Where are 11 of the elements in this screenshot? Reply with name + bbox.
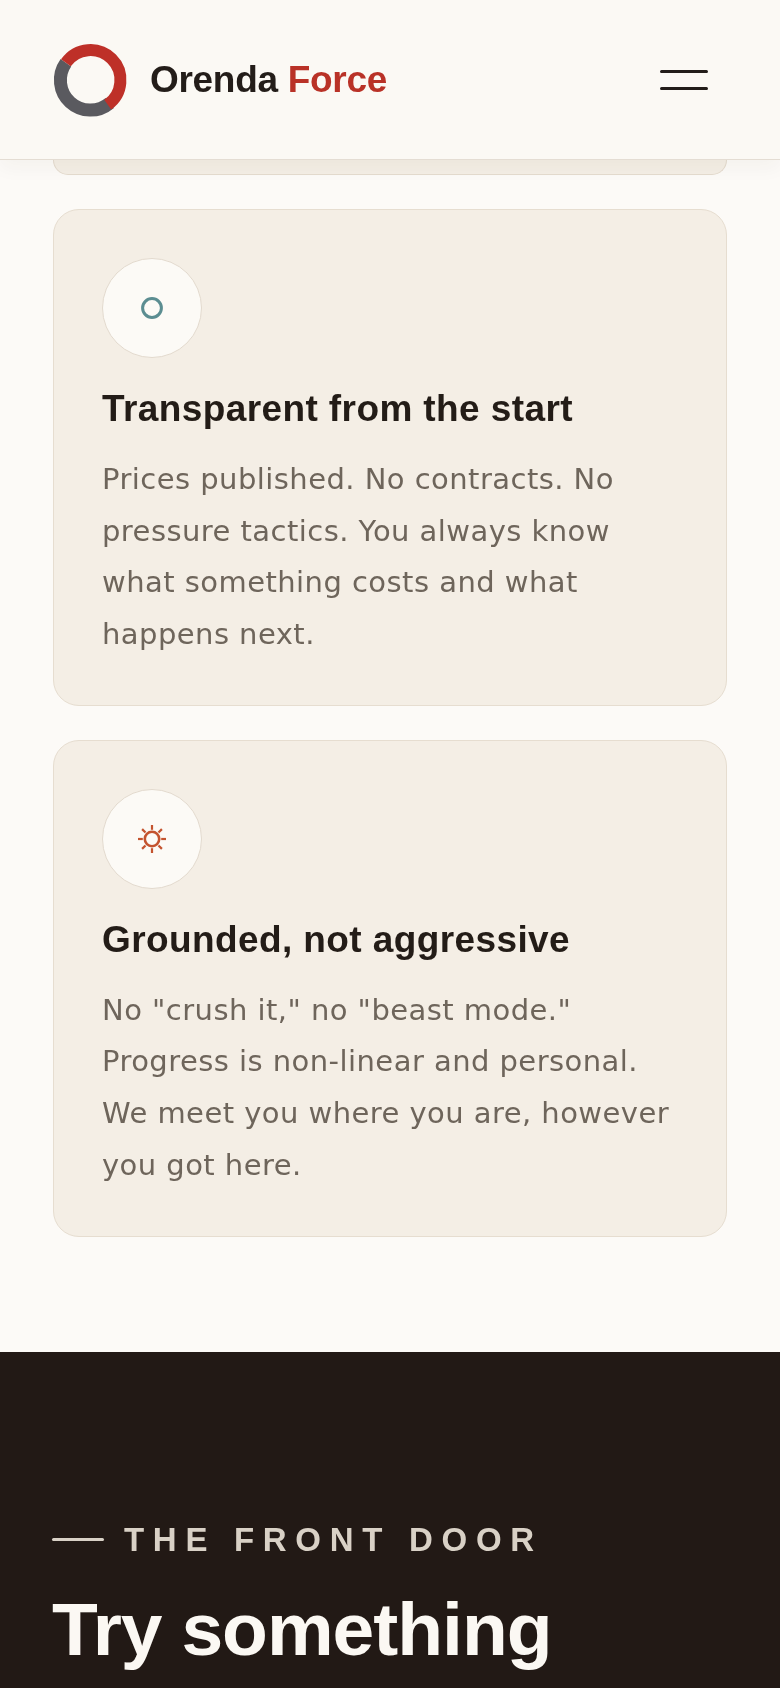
logo-icon — [52, 41, 129, 118]
card-text: Prices published. No contracts. No pressure tactics. You always know what something costs and what happens next. — [102, 461, 615, 653]
card-title: Transparent from the start — [102, 387, 574, 431]
card-text: No "crush it," no "beast mode." Progress is non-linear and personal. We meet you where you are, however you got here. — [102, 991, 671, 1184]
eyebrow-line — [52, 1538, 104, 1542]
eyebrow-text: THE FRONT DOOR — [124, 1519, 543, 1560]
menu-icon — [660, 69, 708, 90]
menu-button[interactable] — [660, 69, 708, 90]
card-title: Grounded, not aggressive — [102, 917, 572, 962]
home-link[interactable]: Orenda Force — [52, 41, 387, 118]
cta-headline: Try something — [52, 1587, 553, 1670]
